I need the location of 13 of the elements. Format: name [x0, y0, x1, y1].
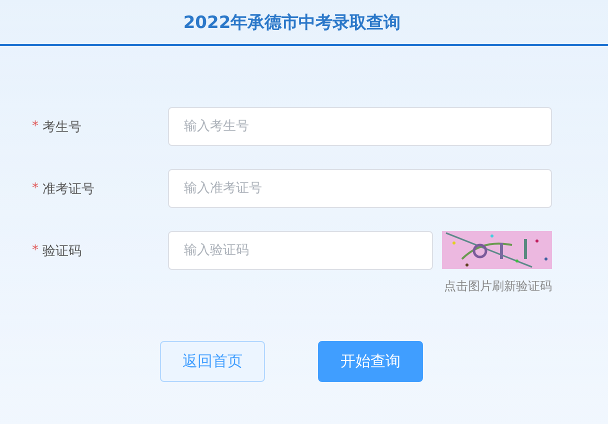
refresh-hint: 点击图片刷新验证码 [444, 278, 552, 295]
field-label: 验证码 [42, 242, 82, 260]
required-mark: * [32, 119, 38, 134]
captcha-field[interactable]: 输入验证码 [168, 231, 433, 270]
input-field[interactable]: 输入准考证号 [168, 169, 552, 208]
home-button[interactable]: 返回首页 [160, 341, 265, 382]
required-mark: * [32, 181, 38, 196]
field-label: 准考证号 [42, 180, 94, 198]
search-button[interactable]: 开始查询 [318, 341, 423, 382]
required-mark: * [32, 243, 38, 258]
input-field[interactable]: 输入考生号 [168, 107, 552, 146]
page-title: 2022年承德市中考录取查询 [183, 12, 401, 34]
field-label: 考生号 [42, 118, 82, 136]
